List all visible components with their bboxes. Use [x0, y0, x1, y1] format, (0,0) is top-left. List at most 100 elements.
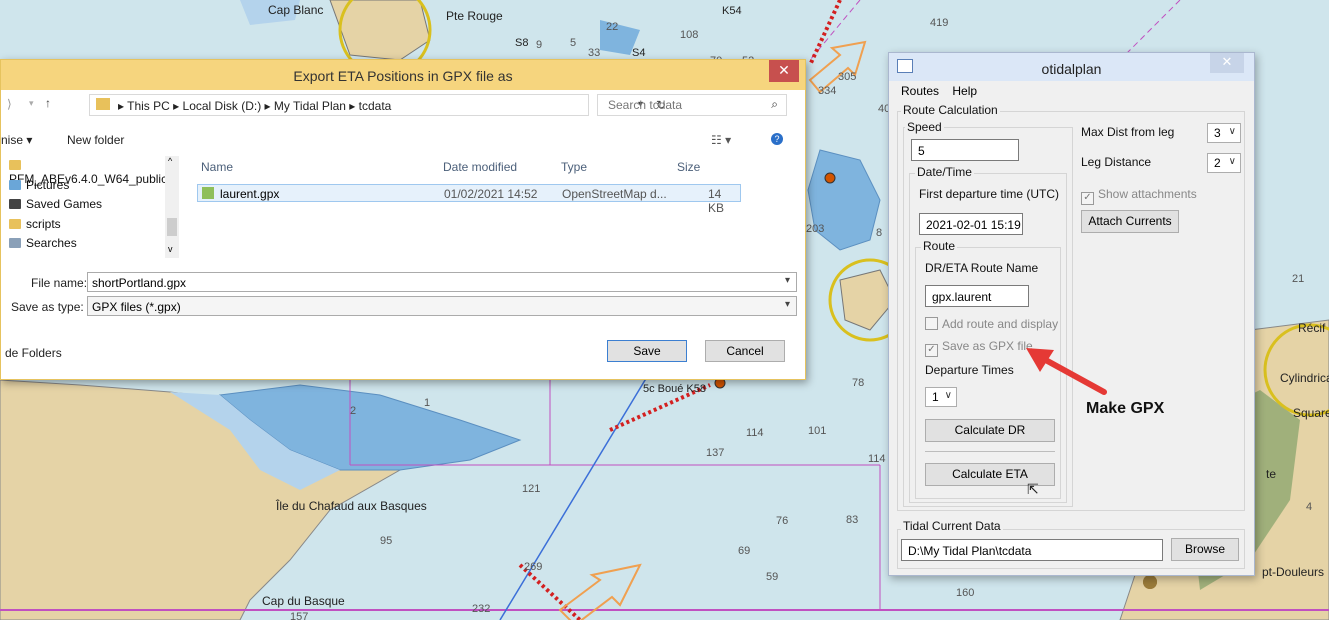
depth: 269 [524, 561, 542, 573]
new-folder-button[interactable]: New folder [67, 133, 124, 147]
mouse-cursor-icon: ⇱ [1027, 481, 1039, 497]
close-button[interactable]: ✕ [769, 60, 799, 82]
depth: 76 [776, 515, 788, 527]
column-header-name[interactable]: Name [201, 160, 233, 174]
gpx-file-icon [202, 187, 214, 199]
file-name-label: File name: [31, 276, 88, 290]
organise-menu[interactable]: nise ▾ [1, 133, 32, 147]
nav-item[interactable]: Searches [9, 236, 77, 250]
nav-scrollbar[interactable]: ^ v [165, 156, 179, 258]
nav-item[interactable]: Saved Games [9, 197, 102, 211]
close-icon: ✕ [1221, 54, 1233, 69]
max-dist-value: 3 [1214, 126, 1221, 140]
address-bar[interactable]: ▸ This PC ▸ Local Disk (D:) ▸ My Tidal P… [89, 94, 666, 116]
place-cap-du-basque: Cap du Basque [262, 594, 345, 608]
depth: 9 [536, 39, 542, 51]
depth: 59 [766, 571, 778, 583]
close-icon: ✕ [778, 62, 790, 78]
show-attachments-checkbox[interactable]: ✓ Show attachments [1081, 187, 1197, 205]
depth: 114 [868, 453, 886, 465]
column-header-size[interactable]: Size [677, 160, 700, 174]
max-dist-label: Max Dist from leg [1081, 125, 1175, 139]
browse-button[interactable]: Browse [1171, 538, 1239, 561]
depth: 8 [876, 227, 882, 239]
file-date: 01/02/2021 14:52 [444, 187, 538, 201]
search-icon: ⌕ [771, 97, 778, 111]
recent-dropdown-icon[interactable]: ▾ [29, 98, 34, 109]
chevron-up-icon[interactable]: ^ [168, 156, 172, 166]
depth: 5 [570, 37, 576, 49]
depth: 419 [930, 17, 948, 29]
up-arrow-icon[interactable]: ↑ [45, 96, 51, 110]
max-dist-select[interactable]: 3 ∨ [1207, 123, 1241, 143]
save-type-row: Save as type: GPX files (*.gpx) ▾ [1, 296, 805, 318]
scrollbar-thumb[interactable] [167, 218, 177, 236]
file-type: OpenStreetMap d... [562, 187, 667, 201]
chevron-down-icon[interactable]: ▾ [785, 299, 790, 310]
buoy-s4: S4 [632, 47, 645, 59]
view-options-icon[interactable]: ☷ ▾ [711, 133, 731, 147]
close-button[interactable]: ✕ [1210, 53, 1244, 73]
column-header-type[interactable]: Type [561, 160, 587, 174]
save-button[interactable]: Save [607, 340, 687, 362]
otidalplan-window: otidalplan ✕ Routes Help Route Calculati… [888, 52, 1255, 576]
tidal-path-input[interactable]: D:\My Tidal Plan\tcdata [901, 539, 1163, 561]
calculate-dr-button[interactable]: Calculate DR [925, 419, 1055, 442]
chevron-down-icon: ∨ [1228, 156, 1236, 167]
depth: 95 [380, 535, 392, 547]
nav-item-label: Saved Games [26, 197, 103, 211]
save-gpx-checkbox[interactable]: ✓ Save as GPX file [925, 339, 1033, 357]
nav-item[interactable]: Pictures [9, 178, 69, 192]
file-name: laurent.gpx [220, 187, 280, 201]
chevron-down-icon[interactable]: ▾ [785, 275, 790, 286]
breadcrumb-item[interactable]: tcdata [359, 99, 392, 113]
depth: 121 [522, 483, 540, 495]
search-input[interactable]: Search tcdata ⌕ [597, 94, 787, 116]
depth: 203 [806, 223, 824, 235]
save-type-label: Save as type: [11, 300, 84, 314]
dialog-titlebar[interactable]: Export ETA Positions in GPX file as ✕ [1, 60, 805, 90]
place-ile-chafaud: Île du Chafaud aux Basques [275, 498, 427, 513]
breadcrumb: ▸ This PC ▸ Local Disk (D:) ▸ My Tidal P… [118, 99, 392, 113]
annotation-arrow [1026, 348, 1107, 395]
menu-routes[interactable]: Routes [901, 84, 939, 98]
navigation-pane: PFM_ABEv6.4.0_W64_public Pictures Saved … [1, 156, 183, 258]
first-departure-input[interactable]: 2021-02-01 15:19 [919, 213, 1023, 235]
cancel-button[interactable]: Cancel [705, 340, 785, 362]
add-route-checkbox[interactable]: Add route and display [925, 317, 1058, 331]
checkmark-icon: ✓ [925, 344, 938, 357]
route-name-label: DR/ETA Route Name [925, 261, 1039, 275]
route-name-input[interactable]: gpx.laurent [925, 285, 1029, 307]
speed-input[interactable]: 5 [911, 139, 1019, 161]
leg-distance-label: Leg Distance [1081, 155, 1152, 169]
breadcrumb-item[interactable]: My Tidal Plan [274, 99, 346, 113]
help-icon[interactable]: ? [771, 133, 783, 145]
nav-item[interactable]: scripts [9, 217, 61, 231]
folder-icon [96, 98, 110, 110]
attach-currents-button[interactable]: Attach Currents [1081, 210, 1179, 233]
file-size: 14 KB [708, 187, 725, 215]
depth: 69 [738, 545, 750, 557]
column-header-date[interactable]: Date modified [443, 160, 517, 174]
depth: 2 [350, 405, 356, 417]
depth: 78 [852, 377, 864, 389]
buoy-k54: K54 [722, 5, 742, 17]
hide-folders-toggle[interactable]: de Folders [5, 346, 62, 360]
save-type-select[interactable]: GPX files (*.gpx) ▾ [87, 296, 797, 316]
depth: 232 [472, 603, 490, 615]
chevron-down-icon[interactable]: v [168, 244, 173, 254]
menu-help[interactable]: Help [952, 84, 977, 98]
breadcrumb-item[interactable]: This PC [127, 99, 170, 113]
file-row[interactable]: laurent.gpx 01/02/2021 14:52 OpenStreetM… [197, 184, 741, 215]
checkmark-icon: ✓ [1081, 192, 1094, 205]
dialog-toolbar: nise ▾ New folder ☷ ▾ ? [1, 130, 805, 152]
saved-games-icon [9, 199, 21, 209]
tidal-titlebar[interactable]: otidalplan ✕ [889, 53, 1254, 81]
nav-item-label: Searches [26, 236, 77, 250]
leg-distance-select[interactable]: 2 ∨ [1207, 153, 1241, 173]
departure-times-select[interactable]: 1 ∨ [925, 387, 957, 407]
tidal-current-label: Tidal Current Data [901, 519, 1003, 533]
breadcrumb-item[interactable]: Local Disk (D:) [183, 99, 262, 113]
file-name-input[interactable]: shortPortland.gpx ▾ [87, 272, 797, 292]
back-icon[interactable]: ⟩ [7, 97, 12, 111]
